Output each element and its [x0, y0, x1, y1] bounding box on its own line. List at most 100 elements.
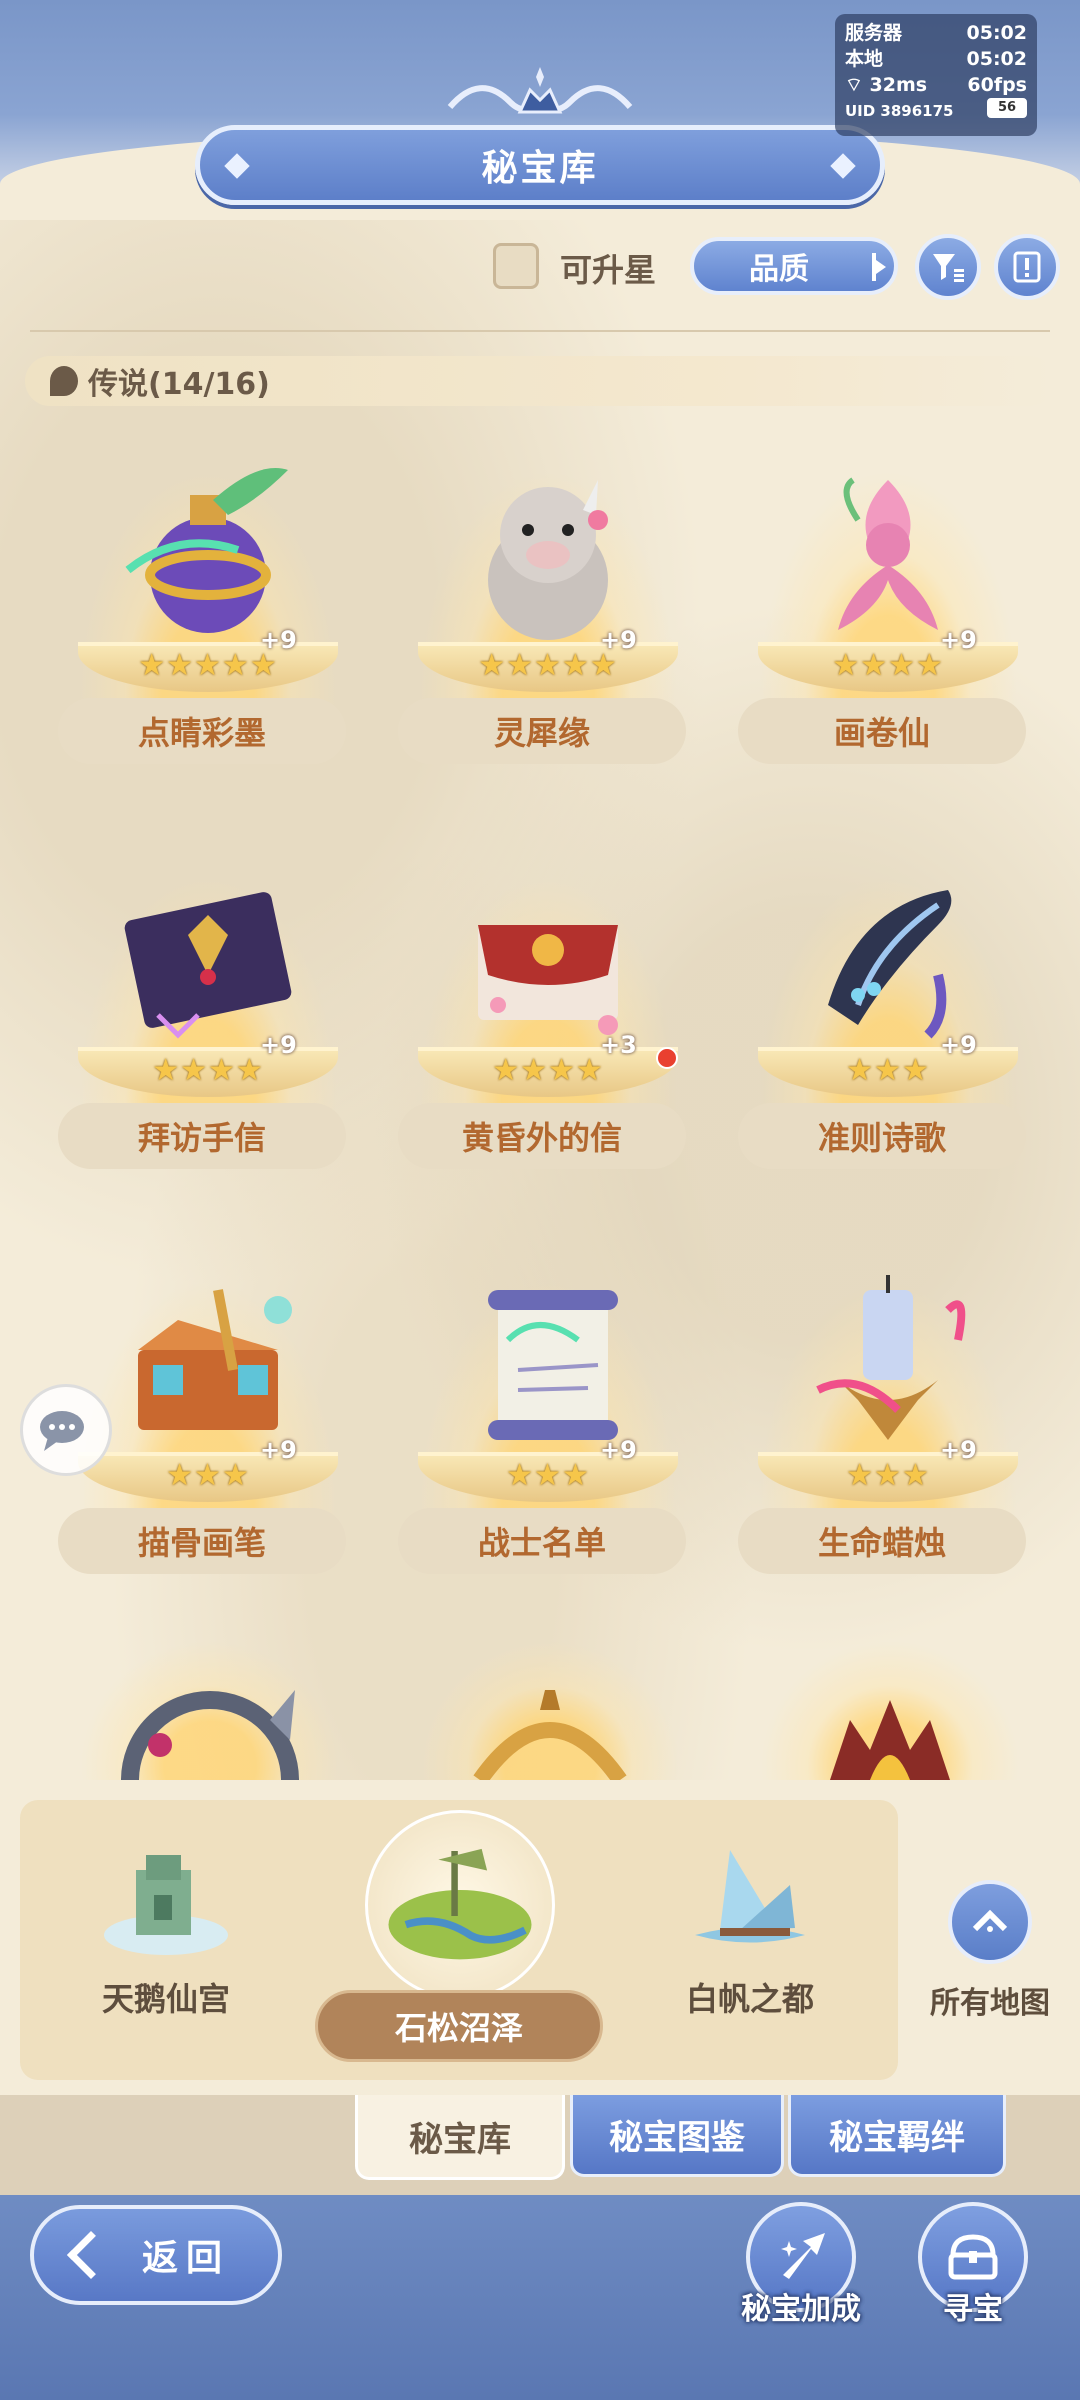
treasure-card[interactable]: ★★★ +9 战士名单: [398, 1240, 698, 1620]
legend-section-header: 传说(14/16): [25, 356, 1055, 406]
ink-potion-icon: [125, 468, 288, 633]
upgrade-level: +9: [600, 1436, 637, 1464]
treasure-card[interactable]: ★★★★ +9 画卷仙: [738, 430, 1038, 810]
lyre-icon: [828, 890, 952, 1039]
banner-diamond-left-icon: [224, 153, 250, 179]
star-rating: ★★★★: [152, 1053, 264, 1088]
scroll-icon: [488, 1290, 618, 1440]
upgrade-level: +9: [940, 626, 977, 654]
star-rating: ★★★★: [492, 1053, 604, 1088]
sort-label: 品质: [749, 252, 809, 287]
item-card-partial[interactable]: [60, 1620, 360, 1780]
treasure-name: 拜访手信: [137, 1119, 266, 1157]
map-white-sail-city[interactable]: 白帆之都: [640, 1840, 860, 2020]
map-label: 天鹅仙宫: [101, 1980, 230, 2018]
treasure-card[interactable]: ★★★★ +3 黄昏外的信: [398, 835, 698, 1215]
treasure-name-plate: 生命蜡烛: [738, 1508, 1026, 1574]
item-card-partial[interactable]: [740, 1620, 1040, 1780]
treasure-name-plate: 拜访手信: [58, 1103, 346, 1169]
info-button[interactable]: [994, 234, 1060, 300]
notification-dot: [656, 1047, 678, 1069]
treasure-chest-icon: [948, 2234, 998, 2280]
ring-relic-icon: [121, 1690, 299, 1780]
treasure-card[interactable]: ★★★ +9 生命蜡烛: [738, 1240, 1038, 1620]
page-title: 秘宝库: [481, 148, 599, 189]
rhino-plush-icon: [488, 480, 608, 640]
upgrade-level: +9: [260, 626, 297, 654]
star-rating: ★★★: [846, 1458, 930, 1493]
chevron-left-icon: [66, 2230, 116, 2280]
server-time: 05:02: [966, 22, 1027, 44]
map-pine-marsh[interactable]: [350, 1838, 570, 1972]
treasure-name: 点睛彩墨: [137, 714, 266, 752]
pine-marsh-map-icon: [388, 1848, 532, 1960]
section-title: 传说(14/16): [88, 367, 270, 402]
filter-button[interactable]: [915, 234, 981, 300]
star-rating: ★★★: [506, 1458, 590, 1493]
bonus-label: 秘宝加成: [741, 2292, 861, 2327]
info-icon: [1013, 251, 1041, 283]
sort-order-icon: [872, 253, 886, 281]
candle-icon: [816, 1275, 966, 1440]
treasure-name-plate: 画卷仙: [738, 698, 1026, 764]
tab-treasure-atlas[interactable]: 秘宝图鉴: [570, 2095, 784, 2177]
battery-icon: 56: [987, 98, 1027, 118]
all-maps-label: 所有地图: [930, 1986, 1050, 2021]
treasure-name-plate: 描骨画笔: [58, 1508, 346, 1574]
treasure-card[interactable]: ★★★★ +9 拜访手信: [58, 835, 358, 1215]
treasure-card[interactable]: ★★★★★ +9 灵犀缘: [398, 430, 698, 810]
treasure-name-plate: 准则诗歌: [738, 1103, 1026, 1169]
treasure-name: 准则诗歌: [817, 1119, 946, 1157]
uid-text: UID 3896175: [845, 102, 954, 120]
golden-frame-icon: [473, 1690, 627, 1780]
upgrade-level: +3: [600, 1031, 637, 1059]
tab-label: 秘宝图鉴: [609, 2118, 745, 2158]
treasure-name: 黄昏外的信: [461, 1119, 622, 1157]
treasure-name: 生命蜡烛: [817, 1524, 946, 1562]
treasure-hunt-button[interactable]: 寻宝: [898, 2202, 1048, 2328]
paint-box-icon: [138, 1289, 292, 1430]
toolbar-divider: [30, 330, 1050, 332]
local-time: 05:02: [966, 48, 1027, 70]
star-rating: ★★★: [846, 1053, 930, 1088]
chevron-up-icon: [972, 1909, 1008, 1932]
upgradable-label: 可升星: [560, 251, 657, 289]
local-label: 本地: [845, 48, 884, 70]
back-button[interactable]: 返回: [30, 2205, 282, 2305]
map-selected-label-plate[interactable]: 石松沼泽: [315, 1990, 603, 2062]
map-label: 白帆之都: [685, 1980, 814, 2018]
sort-quality-button[interactable]: 品质: [690, 237, 898, 295]
white-sail-map-icon: [695, 1850, 805, 1943]
star-rating: ★★★★★: [138, 648, 278, 683]
treasure-bonus-button[interactable]: 秘宝加成: [726, 2202, 876, 2328]
tab-treasure-vault[interactable]: 秘宝库: [355, 2095, 565, 2180]
back-label: 返回: [142, 2238, 231, 2279]
treasure-card[interactable]: ★★★ +9 准则诗歌: [738, 835, 1038, 1215]
purple-letter-icon: [124, 892, 292, 1039]
flame-crown-icon: [830, 1700, 950, 1780]
treasure-name-plate: 战士名单: [398, 1508, 686, 1574]
filter-icon: [933, 254, 964, 282]
red-letter-icon: [478, 925, 618, 1035]
star-rating: ★★★★★: [478, 648, 618, 683]
treasure-name: 描骨画笔: [137, 1524, 266, 1562]
page-title-banner: 秘宝库: [195, 125, 885, 205]
upgrade-level: +9: [940, 1031, 977, 1059]
treasure-name: 战士名单: [477, 1524, 606, 1562]
treasure-name-plate: 灵犀缘: [398, 698, 686, 764]
upgrade-level: +9: [260, 1031, 297, 1059]
upgradable-checkbox[interactable]: [493, 243, 539, 289]
treasure-name: 灵犀缘: [493, 714, 590, 752]
fps-value: 60fps: [967, 74, 1027, 96]
treasure-card[interactable]: ★★★★★ +9 点睛彩墨: [58, 430, 358, 810]
chat-icon: [40, 1411, 84, 1451]
map-swan-palace[interactable]: 天鹅仙宫: [56, 1840, 276, 2020]
tab-treasure-bonds[interactable]: 秘宝羁绊: [788, 2095, 1006, 2177]
all-maps-button[interactable]: 所有地图: [915, 1880, 1065, 2022]
chat-button[interactable]: [20, 1384, 112, 1476]
ping-value: 32ms: [869, 74, 928, 96]
upgrade-level: +9: [600, 626, 637, 654]
status-overlay: 服务器 05:02 本地 05:02 ⌔ 32ms 60fps UID 3896175…: [835, 14, 1037, 136]
flower-fairy-icon: [838, 477, 938, 630]
item-card-partial[interactable]: [400, 1620, 700, 1780]
